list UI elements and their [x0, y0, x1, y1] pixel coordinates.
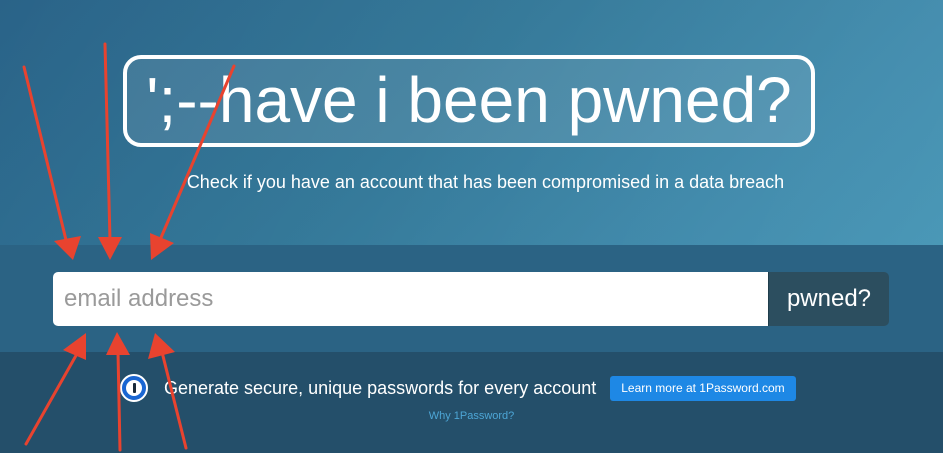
email-input[interactable]: [53, 272, 768, 326]
pwned-button[interactable]: pwned?: [768, 272, 889, 326]
learn-more-button[interactable]: Learn more at 1Password.com: [610, 375, 796, 401]
promo-text: Generate secure, unique passwords for ev…: [164, 377, 597, 398]
1password-icon-inner: [126, 380, 142, 396]
1password-icon-keyhole: [132, 383, 136, 393]
tagline: Check if you have an account that has be…: [186, 172, 785, 192]
why-1password-link[interactable]: Why 1Password?: [0, 410, 943, 422]
site-logo[interactable]: ';--have i been pwned?: [123, 55, 815, 147]
search-form: pwned?: [53, 272, 889, 326]
1password-icon: [120, 374, 148, 402]
logo-text: ';--have i been pwned?: [146, 64, 792, 136]
page: ';--have i been pwned? Check if you have…: [0, 0, 943, 453]
promo-row: Generate secure, unique passwords for ev…: [120, 372, 796, 404]
